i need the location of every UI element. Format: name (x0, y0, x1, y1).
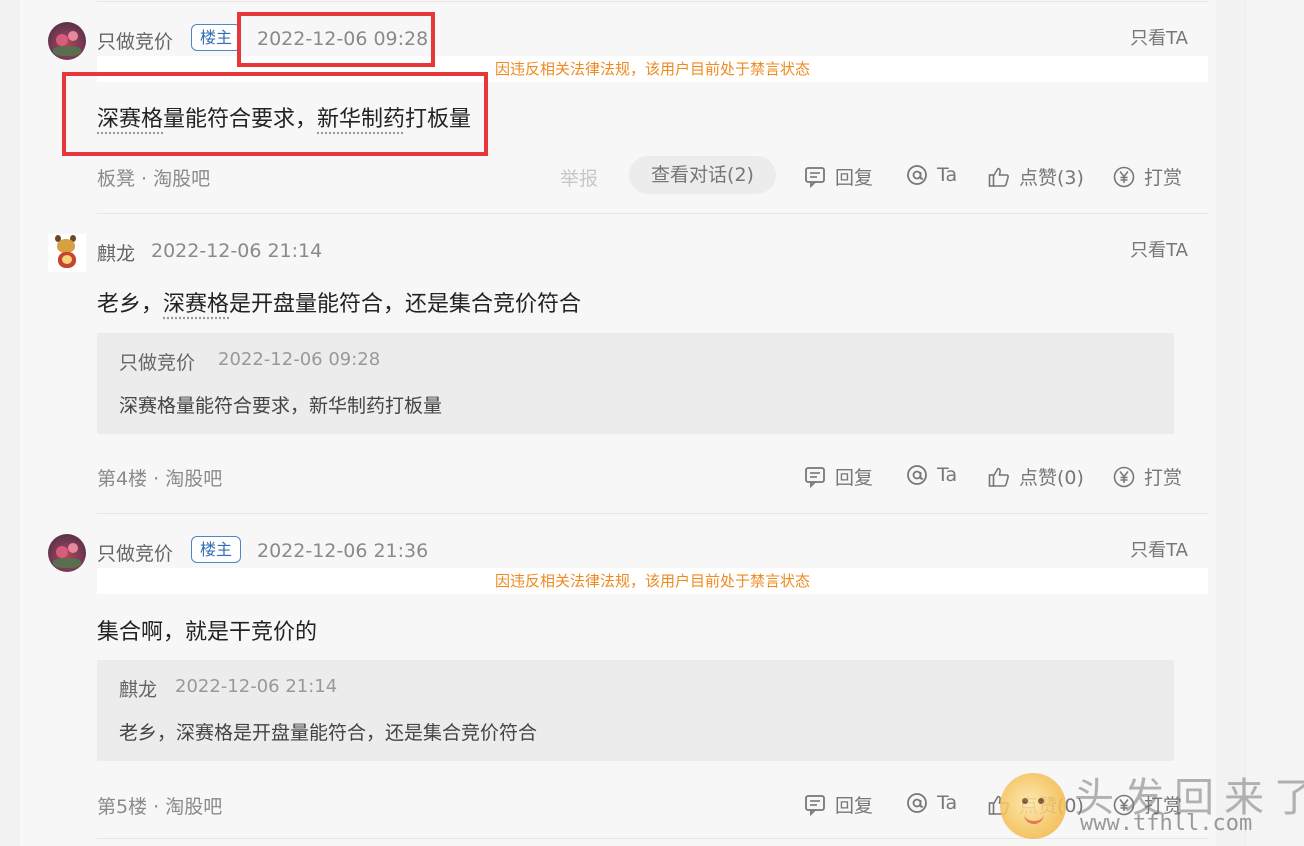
floor-info: 板凳 · 淘股吧 (97, 168, 211, 190)
view-conversation-button[interactable]: 查看对话(2) (629, 156, 776, 194)
floor-info: 第4楼 · 淘股吧 (97, 468, 223, 490)
only-ta-link[interactable]: 只看TA (1130, 24, 1188, 50)
watermark-url: www.tfhll.com (1080, 811, 1253, 836)
watermark: 头发回来了 www.tfhll.com (1000, 765, 1304, 840)
username[interactable]: 只做竞价 (97, 27, 173, 54)
owner-badge: 楼主 (191, 24, 241, 51)
post-time: 2022-12-06 21:36 (257, 540, 429, 562)
side-gutter (1245, 0, 1304, 846)
post-content: 老乡，深赛格是开盘量能符合，还是集合竞价符合 (97, 292, 582, 317)
yen-coin-icon (1113, 466, 1135, 487)
comment-icon (805, 166, 825, 188)
sun-face-icon (1000, 773, 1066, 839)
yen-coin-icon (1113, 166, 1135, 187)
thread-panel: 只做竞价 楼主 2022-12-06 09:28 只看TA 因违反相关法律法规，… (20, 0, 1216, 846)
mention-button[interactable]: Ta (905, 163, 957, 187)
at-icon (907, 165, 927, 185)
comment-icon (805, 466, 825, 488)
quoted-username: 麒龙 (119, 679, 158, 701)
tip-button[interactable]: 打赏 (1112, 163, 1182, 190)
ban-notice: 因违反相关法律法规，该用户目前处于禁言状态 (97, 56, 1208, 82)
reply-button[interactable]: 回复 (803, 163, 873, 190)
mention-button[interactable]: Ta (905, 463, 957, 487)
stock-keyword-link[interactable]: 深赛格 (163, 292, 229, 317)
stock-keyword-link[interactable]: 深赛格 (97, 107, 163, 132)
avatar[interactable] (48, 234, 86, 272)
reply-button[interactable]: 回复 (803, 791, 873, 818)
post-content: 深赛格量能符合要求，新华制药打板量 (97, 107, 472, 132)
thumbs-up-icon (988, 467, 1009, 487)
mention-button[interactable]: Ta (905, 791, 957, 815)
thumbs-up-icon (988, 167, 1009, 187)
post-time: 2022-12-06 09:28 (257, 28, 429, 50)
ban-notice: 因违反相关法律法规，该用户目前处于禁言状态 (97, 568, 1208, 594)
avatar[interactable] (48, 534, 86, 572)
at-icon (907, 793, 927, 813)
post-divider (97, 513, 1209, 514)
stock-keyword-link[interactable]: 新华制药 (317, 107, 405, 132)
only-ta-link[interactable]: 只看TA (1130, 536, 1188, 562)
quoted-time: 2022-12-06 09:28 (218, 349, 381, 370)
post-content: 集合啊，就是干竞价的 (97, 620, 318, 645)
post-time: 2022-12-06 21:14 (151, 240, 323, 262)
username[interactable]: 麒龙 (97, 239, 135, 266)
owner-badge: 楼主 (191, 536, 241, 563)
like-button[interactable]: 点赞(3) (987, 163, 1084, 190)
only-ta-link[interactable]: 只看TA (1130, 236, 1188, 262)
quoted-text: 老乡，深赛格是开盘量能符合，还是集合竞价符合 (119, 722, 538, 744)
at-icon (907, 465, 927, 485)
comment-icon (805, 794, 825, 816)
quoted-post[interactable]: 麒龙 2022-12-06 21:14 老乡，深赛格是开盘量能符合，还是集合竞价… (97, 660, 1174, 761)
quoted-post[interactable]: 只做竞价 2022-12-06 09:28 深赛格量能符合要求，新华制药打板量 (97, 333, 1174, 434)
quoted-time: 2022-12-06 21:14 (175, 676, 338, 697)
post-divider (97, 213, 1209, 214)
tip-button[interactable]: 打赏 (1112, 463, 1182, 490)
post-divider (97, 1, 1209, 2)
like-button[interactable]: 点赞(0) (987, 463, 1084, 490)
quoted-text: 深赛格量能符合要求，新华制药打板量 (119, 395, 443, 417)
reply-button[interactable]: 回复 (803, 463, 873, 490)
username[interactable]: 只做竞价 (97, 539, 173, 566)
avatar[interactable] (48, 22, 86, 60)
floor-info: 第5楼 · 淘股吧 (97, 796, 223, 818)
quoted-username: 只做竞价 (119, 352, 196, 374)
report-link[interactable]: 举报 (560, 164, 598, 191)
